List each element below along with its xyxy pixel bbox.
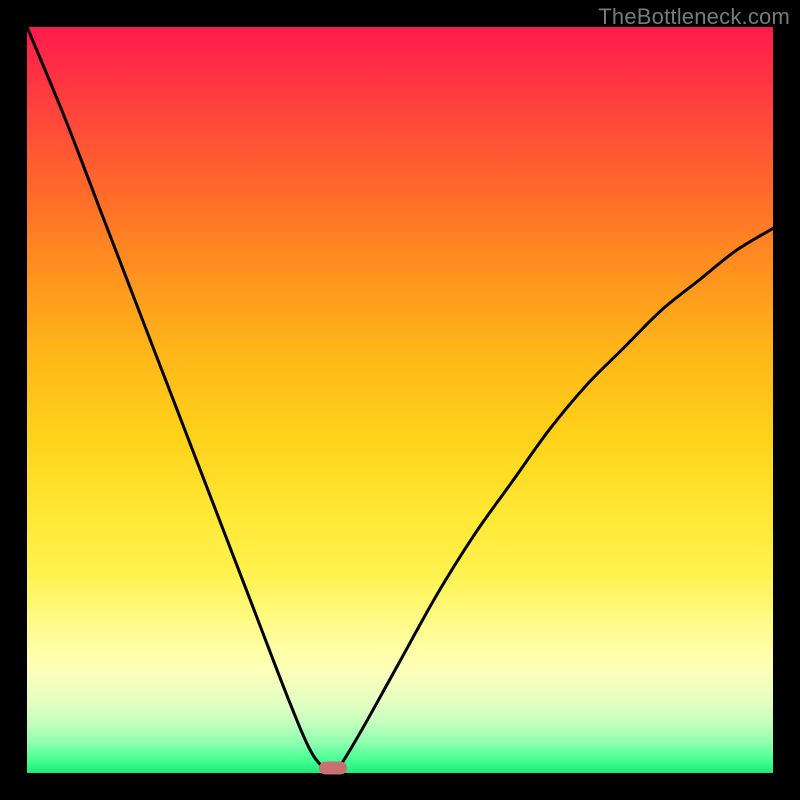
bottleneck-curve bbox=[27, 27, 773, 773]
curve-svg bbox=[27, 27, 773, 773]
minimum-marker bbox=[319, 762, 347, 775]
plot-area bbox=[27, 27, 773, 773]
outer-frame: TheBottleneck.com bbox=[0, 0, 800, 800]
